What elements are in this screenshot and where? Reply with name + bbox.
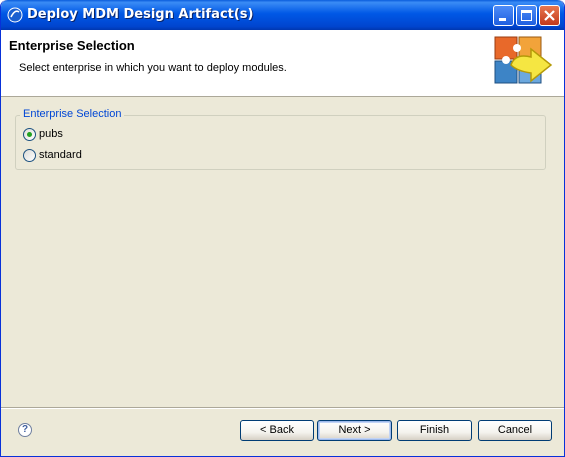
group-label: Enterprise Selection [20, 108, 125, 120]
deploy-dialog-window: Deploy MDM Design Artifact(s) Enterprise… [0, 0, 565, 457]
radio-button-pubs[interactable] [23, 127, 36, 141]
title-bar[interactable]: Deploy MDM Design Artifact(s) [1, 0, 564, 30]
minimize-button[interactable] [493, 5, 514, 26]
page-description: Select enterprise in which you want to d… [19, 62, 287, 74]
enterprise-selection-group: Enterprise Selection pubs standard [15, 108, 546, 170]
help-icon[interactable]: ? [18, 423, 32, 437]
page-title: Enterprise Selection [9, 38, 135, 53]
maximize-icon [521, 10, 532, 21]
app-icon [7, 7, 23, 23]
back-button[interactable]: < Back [240, 420, 314, 441]
next-button[interactable]: Next > [317, 420, 392, 441]
close-button[interactable] [539, 5, 560, 26]
footer-separator [1, 407, 564, 409]
maximize-button[interactable] [516, 5, 537, 26]
radio-label-standard[interactable]: standard [39, 149, 82, 161]
minimize-icon [499, 18, 506, 21]
radio-button-standard[interactable] [23, 148, 36, 162]
window-title: Deploy MDM Design Artifact(s) [27, 7, 254, 22]
deploy-wizard-icon [494, 36, 553, 84]
cancel-button[interactable]: Cancel [478, 420, 552, 441]
close-icon [544, 10, 555, 21]
radio-label-pubs[interactable]: pubs [39, 128, 63, 140]
radio-option-pubs[interactable]: pubs [23, 126, 63, 142]
radio-option-standard[interactable]: standard [23, 147, 82, 163]
finish-button[interactable]: Finish [397, 420, 472, 441]
wizard-header: Enterprise Selection Select enterprise i… [1, 30, 564, 97]
